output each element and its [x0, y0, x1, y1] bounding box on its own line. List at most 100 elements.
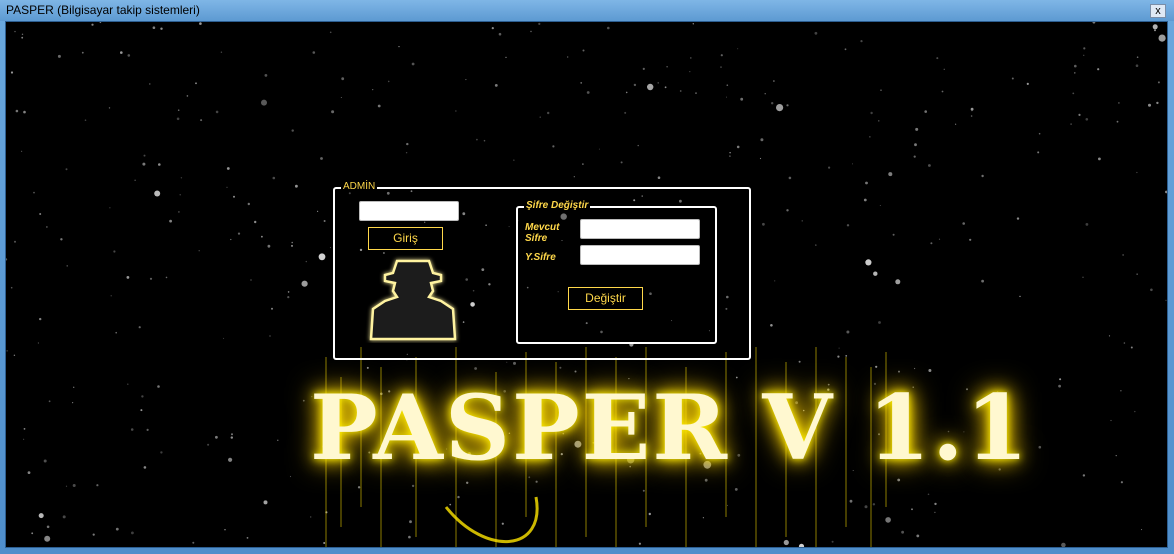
- star: [625, 91, 628, 94]
- star: [178, 211, 180, 213]
- star: [254, 220, 257, 224]
- star: [120, 51, 123, 54]
- star: [33, 191, 35, 194]
- star: [247, 202, 250, 206]
- admin-legend: ADMİN: [341, 181, 378, 192]
- star: [134, 179, 136, 181]
- star: [10, 286, 13, 289]
- star: [759, 157, 762, 160]
- star: [1083, 54, 1085, 56]
- star: [250, 279, 252, 281]
- star: [788, 176, 792, 180]
- star: [1082, 276, 1084, 278]
- star: [852, 163, 853, 165]
- star: [911, 508, 913, 511]
- login-button[interactable]: Giriş: [368, 227, 443, 250]
- close-icon: x: [1155, 5, 1161, 17]
- star: [160, 451, 163, 454]
- current-password-input[interactable]: [580, 219, 700, 239]
- star: [31, 532, 34, 535]
- admin-password-input[interactable]: [359, 201, 459, 221]
- star: [180, 177, 183, 179]
- star: [657, 176, 661, 179]
- star: [305, 260, 307, 263]
- star: [538, 22, 541, 25]
- star: [1082, 474, 1086, 477]
- star: [928, 369, 932, 372]
- star: [1165, 190, 1167, 194]
- star: [637, 144, 639, 147]
- star: [598, 148, 600, 150]
- star: [941, 90, 944, 93]
- star: [277, 439, 279, 441]
- star: [21, 36, 24, 39]
- star: [547, 111, 550, 115]
- star: [65, 485, 68, 487]
- star: [1141, 529, 1143, 531]
- logo-text: PASPER V 1.1: [310, 375, 1031, 481]
- star: [726, 96, 727, 98]
- star: [272, 176, 276, 180]
- star: [320, 157, 323, 160]
- close-button[interactable]: x: [1150, 4, 1166, 18]
- star: [1019, 295, 1021, 298]
- star: [186, 95, 189, 97]
- star: [398, 46, 400, 48]
- title-bar[interactable]: PASPER (Bilgisayar takip sistemleri) x: [0, 0, 1174, 21]
- star: [873, 271, 878, 276]
- star: [84, 119, 87, 121]
- star: [573, 176, 575, 178]
- star: [341, 77, 345, 81]
- star: [295, 184, 298, 188]
- star: [498, 32, 502, 36]
- star: [938, 238, 941, 240]
- star: [1120, 481, 1123, 484]
- star: [387, 80, 390, 83]
- change-password-legend: Şifre Değiştir: [524, 200, 591, 211]
- star: [142, 162, 146, 166]
- star: [1092, 22, 1096, 24]
- star: [1098, 157, 1101, 161]
- star: [664, 86, 667, 89]
- star: [633, 83, 637, 87]
- star: [140, 409, 143, 412]
- star: [729, 152, 731, 154]
- star: [1157, 81, 1160, 84]
- star: [476, 138, 478, 141]
- star: [776, 104, 784, 112]
- star: [895, 279, 901, 285]
- star: [1136, 56, 1139, 58]
- star: [113, 250, 116, 253]
- star: [62, 515, 66, 519]
- new-password-input[interactable]: [580, 245, 700, 265]
- star: [271, 307, 273, 310]
- star: [567, 56, 569, 58]
- star: [981, 174, 984, 178]
- star: [48, 400, 51, 403]
- star: [770, 324, 773, 327]
- star: [740, 97, 744, 101]
- star: [340, 97, 342, 98]
- star: [264, 74, 268, 77]
- star: [96, 484, 99, 487]
- star: [141, 395, 144, 398]
- change-password-button[interactable]: Değiştir: [568, 287, 643, 310]
- star: [317, 210, 319, 212]
- star: [37, 342, 39, 344]
- star: [1072, 92, 1075, 95]
- star: [39, 213, 42, 215]
- star: [869, 136, 871, 138]
- star: [657, 82, 659, 84]
- star: [10, 71, 14, 74]
- star: [195, 82, 197, 85]
- star: [38, 513, 44, 519]
- star: [21, 33, 24, 35]
- star: [1156, 101, 1159, 105]
- star: [879, 205, 881, 206]
- star: [828, 166, 831, 169]
- star: [586, 91, 590, 94]
- star: [1150, 288, 1153, 292]
- star: [666, 66, 668, 68]
- star: [226, 186, 228, 188]
- star: [969, 238, 972, 241]
